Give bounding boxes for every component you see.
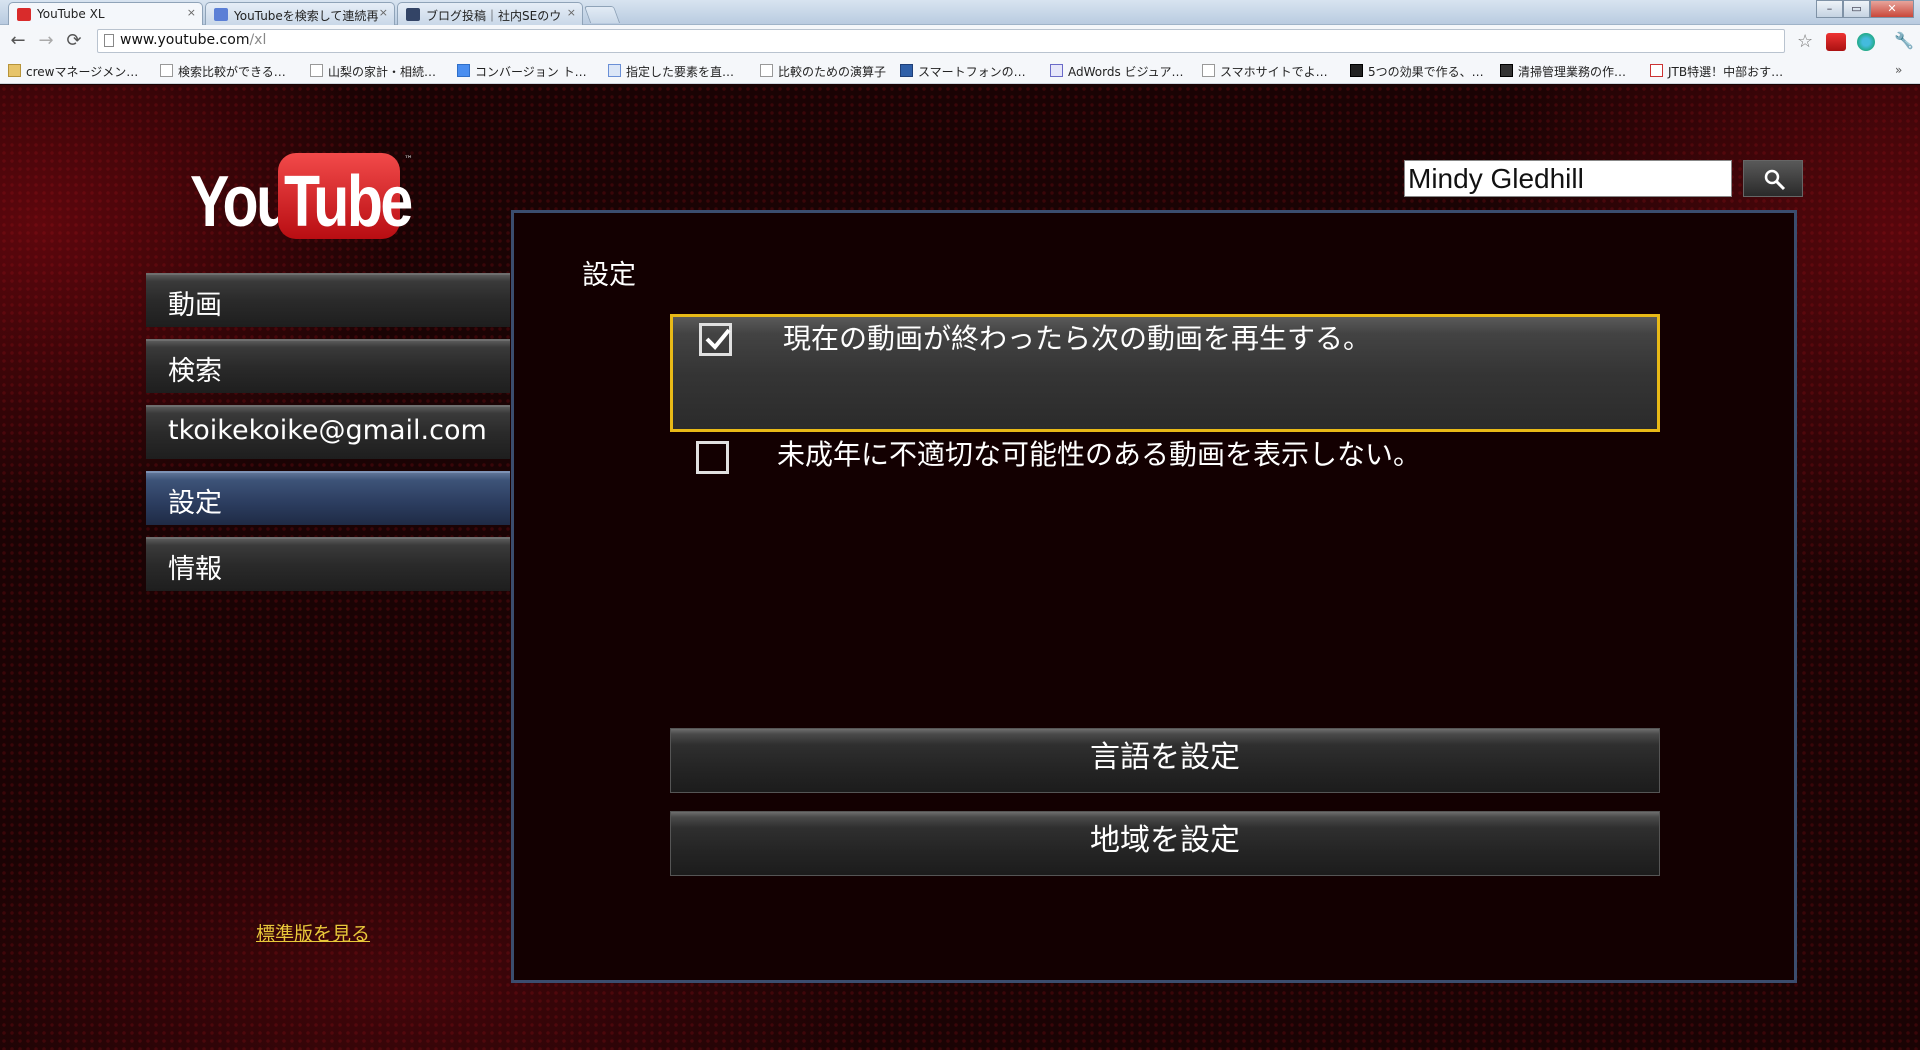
bookmark-item[interactable]: スマートフォンの… [900,63,1026,80]
tab-youtube-xl[interactable]: YouTube XL × [8,2,203,26]
extension-sync-icon[interactable] [1857,33,1875,51]
set-region-button[interactable]: 地域を設定 [670,811,1660,876]
extension-new-icon[interactable] [1826,33,1846,51]
bookmark-item[interactable]: JTB特選！中部おす… [1650,63,1783,80]
youtube-favicon-icon [17,8,31,21]
nav-videos[interactable]: 動画 [146,273,510,327]
tab-youtube-search[interactable]: YouTubeを検索して連続再 × [205,2,395,25]
safe-search-checkbox[interactable] [696,441,729,474]
close-tab-icon[interactable]: × [379,6,388,19]
nav-label: tkoikekoike@gmail.com [168,415,487,446]
standard-version-link[interactable]: 標準版を見る [256,919,370,946]
settings-title: 設定 [582,260,636,291]
page-icon [760,64,773,77]
safe-search-label: 未成年に不適切な可能性のある動画を表示しない。 [777,438,1422,471]
nav-account[interactable]: tkoikekoike@gmail.com [146,405,510,459]
minimize-button[interactable]: – [1816,0,1843,18]
close-window-button[interactable]: ✕ [1870,0,1914,18]
wrench-menu-icon[interactable]: 🔧 [1894,31,1914,50]
bookmarks-bar: crewマネージメン… 検索比較ができる… 山梨の家計・相続… コンバージョン … [0,58,1920,84]
bookmark-star-icon[interactable]: ☆ [1797,31,1813,52]
autoplay-option[interactable]: 現在の動画が終わったら次の動画を再生する。 [670,314,1660,432]
search-input[interactable]: Mindy Gledhill [1404,160,1732,197]
back-arrow-icon[interactable]: ← [6,29,30,53]
page-icon [1202,64,1215,77]
bookmark-item[interactable]: 山梨の家計・相続… [310,63,436,80]
nav-label: 動画 [168,290,222,321]
url-path: /xl [249,32,267,48]
adwords-icon [1050,64,1063,77]
nav-search[interactable]: 検索 [146,339,510,393]
page-favicon-icon [214,8,228,21]
address-bar[interactable]: www.youtube.com/xl [97,29,1785,53]
page-icon [310,64,323,77]
reload-icon[interactable]: ⟳ [62,29,86,53]
page-icon [160,64,173,77]
set-language-button[interactable]: 言語を設定 [670,728,1660,793]
nav-settings[interactable]: 設定 [146,471,510,525]
safe-search-option[interactable]: 未成年に不適切な可能性のある動画を表示しない。 [670,433,1660,493]
checkmark-icon [705,328,731,350]
bookmark-item[interactable]: 検索比較ができる… [160,63,286,80]
bookmarks-overflow-icon[interactable]: » [1895,63,1902,77]
nav-label: 設定 [168,488,222,519]
s-icon [900,64,913,77]
close-tab-icon[interactable]: × [567,6,576,19]
bookmark-item[interactable]: AdWords ビジュア… [1050,63,1183,80]
bookmark-item[interactable]: 5つの効果で作る、… [1350,63,1484,80]
bookmark-item[interactable]: 清掃管理業務の作… [1500,63,1626,80]
browser-toolbar: ← → ⟳ www.youtube.com/xl ☆ 🔧 [0,25,1920,58]
bookmark-item[interactable]: crewマネージメン… [8,63,138,80]
new-tab-button[interactable] [583,6,621,23]
maximize-button[interactable]: ▭ [1843,0,1870,18]
search-button[interactable] [1743,160,1803,197]
google-icon [457,64,470,77]
settings-panel: 設定 現在の動画が終わったら次の動画を再生する。 未成年に不適切な可能性のある動… [511,210,1797,983]
tab-title: YouTube XL [37,7,105,21]
logo-tube-text: Tube [284,162,413,242]
forward-arrow-icon[interactable]: → [34,29,58,53]
ps-icon [608,64,621,77]
nav-label: 情報 [168,554,222,585]
page-icon [104,34,114,47]
autoplay-label: 現在の動画が終わったら次の動画を再生する。 [783,322,1372,355]
folder-icon [8,64,21,77]
autoplay-checkbox[interactable] [699,323,732,356]
tab-title: YouTubeを検索して連続再 [234,9,379,23]
browser-tab-bar: YouTube XL × YouTubeを検索して連続再 × ブログ投稿｜社内S… [0,0,1920,26]
url-host: www.youtube.com [120,32,250,48]
bookmark-item[interactable]: 比較のための演算子 [760,63,886,80]
page-favicon-icon [406,8,420,21]
close-tab-icon[interactable]: × [187,6,196,19]
logo-you-text: You [190,162,292,242]
nav-info[interactable]: 情報 [146,537,510,591]
bookmark-item[interactable]: 指定した要素を直… [608,63,734,80]
bookmark-item[interactable]: スマホサイトでよ… [1202,63,1328,80]
nav-label: 検索 [168,356,222,387]
jtb-icon [1650,64,1663,77]
bookmark-item[interactable]: コンバージョン ト… [457,63,587,80]
youtube-logo[interactable]: You Tube ™ [190,153,420,243]
b-icon [1500,64,1513,77]
search-icon [1764,169,1786,191]
logo-trademark: ™ [404,155,413,165]
tas-icon [1350,64,1363,77]
youtube-xl-page: You Tube ™ Mindy Gledhill 動画 検索 tkoikeko… [0,85,1920,1050]
tab-blog-post[interactable]: ブログ投稿｜社内SEのウ × [397,2,583,25]
tab-title: ブログ投稿｜社内SEのウ [426,9,562,23]
